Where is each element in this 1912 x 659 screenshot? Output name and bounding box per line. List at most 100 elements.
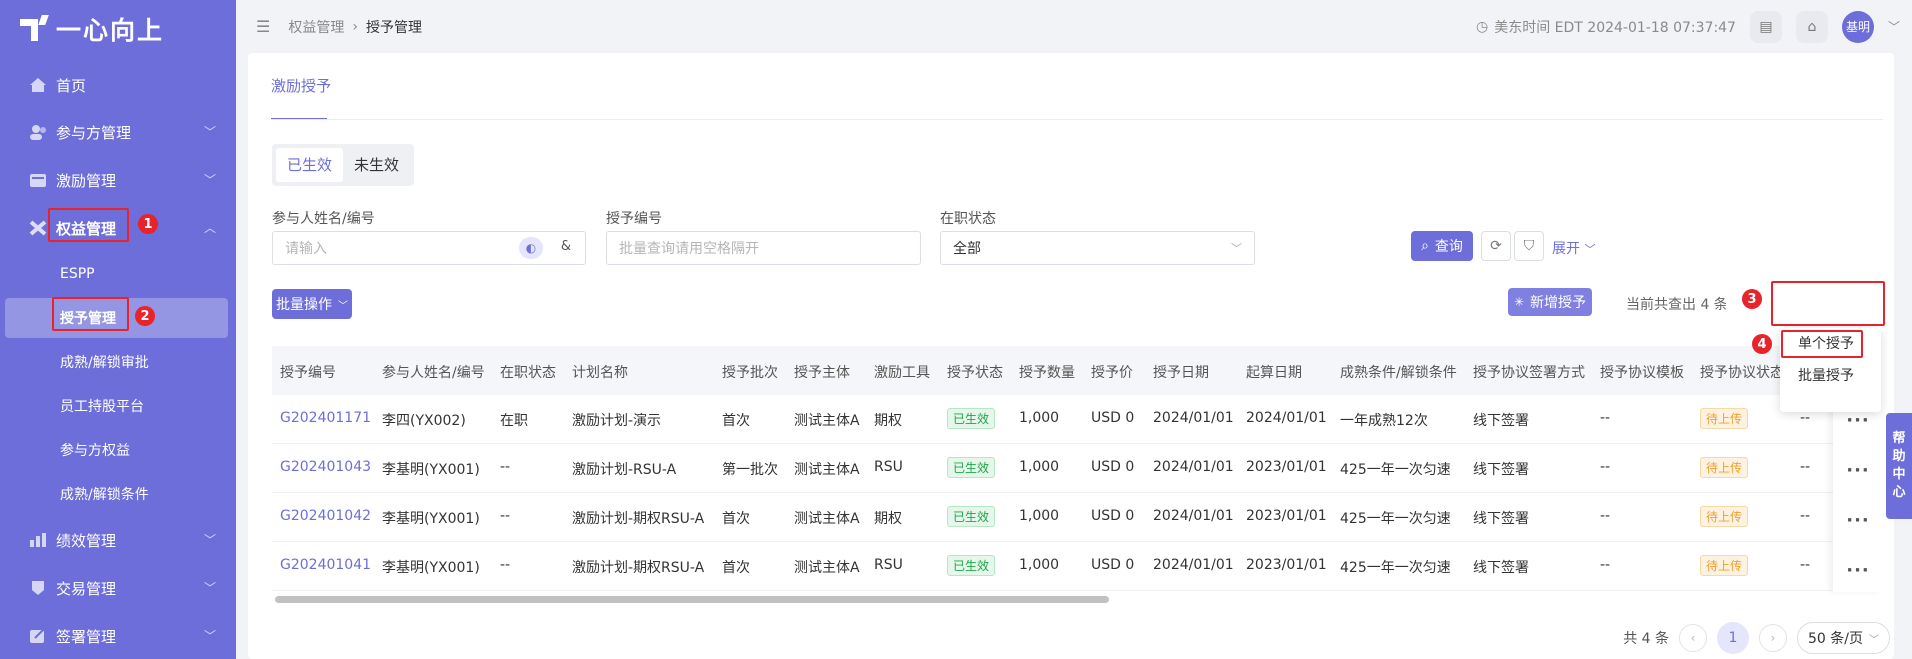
link-icon[interactable]: & (561, 239, 571, 254)
template-cell: -- (1600, 410, 1611, 426)
sidebar-item-label: 首页 (56, 76, 87, 95)
sidebar-item-participants[interactable]: 参与方管理 ﹀ (0, 108, 236, 156)
avatar[interactable]: 基明 (1841, 10, 1874, 43)
add-grant-button[interactable]: ✳ 新增授予 (1508, 288, 1592, 316)
menu-item-batch-grant[interactable]: 批量授予 (1780, 360, 1881, 392)
agreement-status-tag: 待上传 (1700, 555, 1749, 576)
help-char: 助 (1892, 449, 1906, 464)
sidebar-subitem-label: 成熟/解锁条件 (60, 487, 149, 503)
sidebar-subitem-esop-platform[interactable]: 员工持股平台 (0, 384, 236, 428)
status-segment: 已生效 未生效 (272, 144, 415, 186)
filter-label-name: 参与人姓名/编号 (272, 211, 375, 227)
logo[interactable]: 一心向上 (20, 12, 164, 46)
grant-date-cell: 2024/01/01 (1153, 459, 1234, 475)
grant-code-cell[interactable]: G202401043 (280, 459, 371, 475)
header-actions: ◷ 美东时间 EDT 2024-01-18 07:37:47 ▤ ⌂ 基明 ﹀ (1476, 0, 1900, 53)
segment-not-effective[interactable]: 未生效 (343, 148, 410, 182)
start-date-cell: 2023/01/01 (1246, 508, 1327, 524)
query-button[interactable]: ⌕ 查询 (1411, 231, 1473, 261)
segment-effective[interactable]: 已生效 (276, 148, 344, 182)
filter-button[interactable]: ⛉ (1514, 231, 1544, 261)
chevron-down-icon: ﹀ (338, 300, 348, 312)
batch-operation-button[interactable]: 批量操作 ﹀ (272, 289, 352, 319)
annotation-box (1771, 281, 1885, 326)
refresh-icon: ⟳ (1490, 238, 1502, 254)
tab-incentive-grant[interactable]: 激励授予 (271, 53, 331, 119)
col-tool: 激励工具 (874, 365, 930, 381)
sidebar-item-performance[interactable]: 绩效管理 ﹀ (0, 516, 236, 564)
table-row[interactable]: G202401043 李基明(YX001) -- 激励计划-RSU-A 第一批次 测试主体… (272, 444, 1836, 493)
participant-input[interactable]: 请输入 ◐ & (272, 231, 586, 265)
page-number-current[interactable]: 1 (1717, 622, 1750, 654)
page-size-select[interactable]: 50 条/页 ﹀ (1797, 622, 1890, 654)
chevron-down-icon: ﹀ (203, 533, 216, 547)
chevron-down-icon: ﹀ (203, 581, 216, 595)
sidebar-item-label: 激励管理 (56, 171, 117, 190)
grant-code-input[interactable]: 批量查询请用空格隔开 (606, 231, 921, 265)
grant-date-cell: 2024/01/01 (1153, 508, 1234, 524)
plus-icon: ✳ (1513, 295, 1525, 309)
grant-code-cell[interactable]: G202401041 (280, 557, 371, 573)
col-quantity: 授予数量 (1019, 365, 1075, 381)
template-cell: -- (1600, 459, 1611, 475)
gift-icon[interactable]: ⌂ (1795, 10, 1828, 43)
help-char: 中 (1892, 467, 1906, 482)
col-sign-method: 授予协议签署方式 (1473, 365, 1585, 381)
table-header: 授予编号 参与人姓名/编号 在职状态 计划名称 授予批次 授予主体 激励工具 授… (272, 346, 1836, 395)
query-button-label: 查询 (1434, 239, 1463, 255)
breadcrumb-item[interactable]: 权益管理 (288, 17, 344, 37)
refresh-button[interactable]: ⟳ (1481, 231, 1511, 261)
quantity-cell: 1,000 (1019, 508, 1060, 524)
more-actions-button[interactable]: ··· (1833, 545, 1883, 595)
clipboard-icon[interactable]: ▤ (1749, 10, 1782, 43)
chevron-up-icon: ︿ (203, 221, 216, 235)
horizontal-scrollbar[interactable] (272, 596, 1836, 604)
clock-icon: ◷ (1475, 18, 1489, 35)
chevron-right-icon: › (352, 18, 358, 35)
more-actions-button[interactable]: ··· (1833, 495, 1883, 545)
sidebar-subitem-vesting-approval[interactable]: 成熟/解锁审批 (0, 340, 236, 384)
vesting-cell: 425一年一次匀速 (1340, 462, 1451, 478)
fingerprint-icon[interactable]: ◐ (519, 237, 543, 259)
expand-link-label: 展开 (1552, 241, 1580, 257)
page-size-value: 50 条/页 (1808, 631, 1863, 647)
col-grant-date: 授予日期 (1153, 365, 1209, 381)
table-body: G202401171 李四(YX002) 在职 激励计划-演示 首次 测试主体A 期权 已生效… (272, 395, 1836, 592)
vesting-cell: 425一年一次匀速 (1340, 511, 1451, 527)
chevron-down-icon: ﹀ (203, 629, 216, 643)
sidebar-item-label: 参与方管理 (56, 123, 132, 142)
sidebar-item-sign[interactable]: 签署管理 ﹀ (0, 612, 236, 659)
table-row[interactable]: G202401171 李四(YX002) 在职 激励计划-演示 首次 测试主体A 期权 已生效… (272, 395, 1836, 444)
add-grant-label: 新增授予 (1530, 295, 1587, 311)
annotation-box (52, 297, 129, 331)
sidebar-item-home[interactable]: 首页 (0, 62, 236, 108)
sidebar-subitem-espp[interactable]: ESPP (0, 252, 236, 296)
sidebar-subitem-label: 员工持股平台 (60, 399, 144, 415)
sidebar-subitem-participant-equity[interactable]: 参与方权益 (0, 428, 236, 472)
collapse-menu-icon[interactable]: ☰ (256, 17, 270, 36)
users-icon (28, 123, 48, 141)
sidebar-item-trade[interactable]: 交易管理 ﹀ (0, 564, 236, 612)
next-page-button[interactable]: › (1759, 624, 1788, 652)
col-vesting: 成熟条件/解锁条件 (1340, 365, 1457, 381)
sidebar-subitem-vesting-conditions[interactable]: 成熟/解锁条件 (0, 472, 236, 516)
chevron-down-icon[interactable]: ﹀ (1888, 18, 1900, 35)
status-tag: 已生效 (947, 506, 996, 527)
prev-page-button[interactable]: ‹ (1679, 624, 1708, 652)
trade-icon (28, 579, 48, 597)
expand-link[interactable]: 展开 ﹀ (1552, 238, 1595, 258)
entity-cell: 测试主体A (794, 413, 860, 429)
employment-status-select[interactable]: 全部 ﹀ (940, 231, 1255, 265)
more-actions-button[interactable]: ··· (1833, 445, 1883, 495)
grant-code-cell[interactable]: G202401171 (280, 410, 371, 426)
col-entity: 授予主体 (794, 365, 850, 381)
help-center-tab[interactable]: 帮 助 中 心 (1886, 413, 1912, 519)
table-row[interactable]: G202401041 李基明(YX001) -- 激励计划-期权RSU-A 首次 测试主体… (272, 542, 1836, 591)
col-employment: 在职状态 (500, 365, 556, 381)
sidebar-item-label: 绩效管理 (56, 531, 117, 550)
col-grant-code: 授予编号 (280, 365, 336, 381)
sidebar-item-incentive[interactable]: 激励管理 ﹀ (0, 156, 236, 204)
grant-code-cell[interactable]: G202401042 (280, 508, 371, 524)
scrollbar-thumb[interactable] (275, 596, 1109, 603)
table-row[interactable]: G202401042 李基明(YX001) -- 激励计划-期权RSU-A 首次 测试主体… (272, 493, 1836, 542)
